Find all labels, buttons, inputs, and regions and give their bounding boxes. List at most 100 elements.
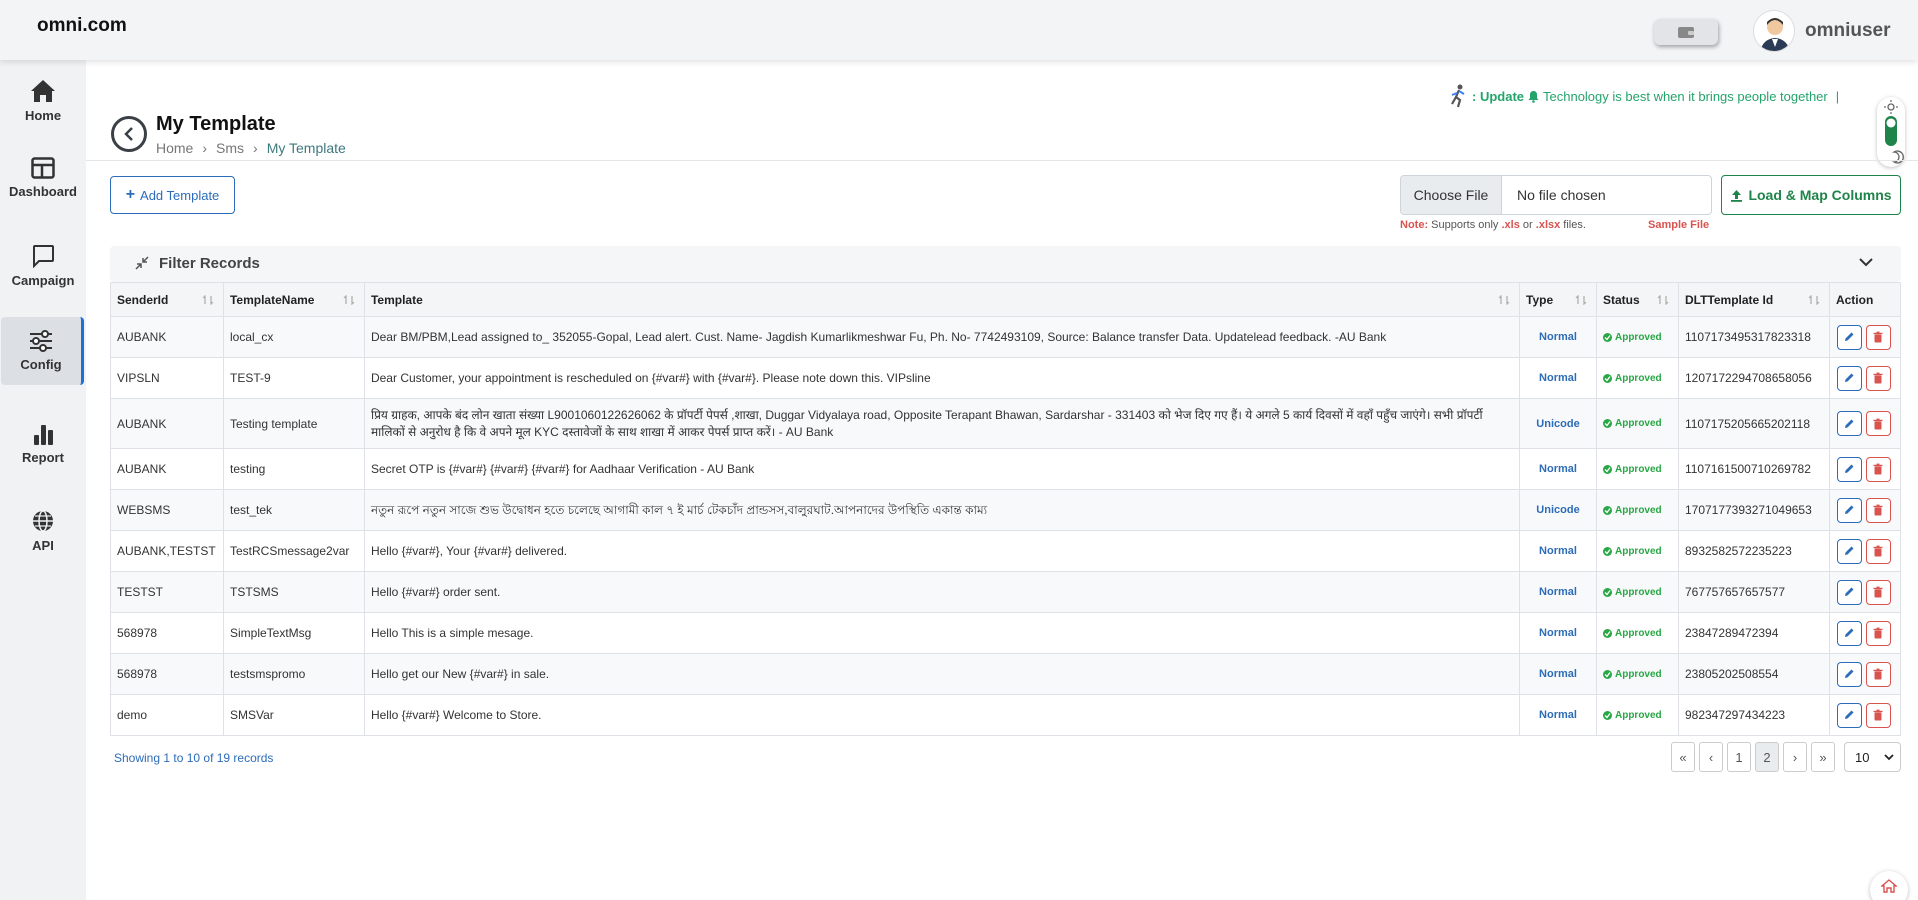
delete-button[interactable] [1865, 456, 1891, 482]
breadcrumb-sms[interactable]: Sms [216, 140, 244, 156]
sort-icon[interactable] [1575, 294, 1587, 308]
pencil-icon [1845, 710, 1854, 719]
sidebar-item-report[interactable]: Report [0, 410, 86, 478]
delete-button[interactable] [1865, 411, 1891, 436]
edit-button[interactable] [1836, 620, 1862, 646]
cell-status: Approved [1595, 694, 1679, 736]
edit-button[interactable] [1836, 411, 1862, 436]
cell-template: Dear Customer, your appointment is resch… [363, 357, 1521, 399]
breadcrumb-home[interactable]: Home [156, 140, 193, 156]
trash-icon [1873, 418, 1883, 429]
column-header-dlt-template-id[interactable]: DLTTemplate Id [1677, 282, 1830, 317]
edit-button[interactable] [1836, 497, 1862, 523]
delete-button[interactable] [1865, 497, 1891, 523]
avatar[interactable] [1753, 10, 1795, 52]
edit-button[interactable] [1836, 702, 1862, 728]
edit-button[interactable] [1836, 456, 1862, 482]
sidebar-item-dashboard[interactable]: Dashboard [0, 144, 86, 212]
status-badge: Approved [1614, 586, 1662, 598]
cell-dlt-id: 982347297434223 [1677, 694, 1830, 736]
edit-button[interactable] [1836, 661, 1862, 687]
delete-button[interactable] [1865, 324, 1891, 350]
cell-template: Hello {#var#} Welcome to Store. [363, 694, 1521, 736]
column-header-type[interactable]: Type [1519, 282, 1597, 317]
cell-sender: 568978 [110, 612, 224, 654]
page-2-button[interactable]: 2 [1755, 742, 1779, 772]
app-logo[interactable]: omni.com [37, 15, 127, 37]
cell-name: SMSVar [222, 694, 365, 736]
home-float-button[interactable] [1870, 871, 1908, 900]
delete-button[interactable] [1865, 538, 1891, 564]
sidebar-item-label: Config [20, 357, 62, 372]
check-circle-icon [1602, 710, 1612, 720]
sample-file-link[interactable]: Sample File [1648, 219, 1709, 231]
trash-icon [1873, 372, 1883, 384]
upload-icon [1731, 189, 1743, 202]
add-template-button[interactable]: + Add Template [110, 176, 235, 214]
column-header-senderid[interactable]: SenderId [110, 282, 224, 317]
cell-status: Approved [1595, 448, 1679, 490]
cell-status: Approved [1595, 571, 1679, 613]
plus-icon: + [125, 186, 136, 203]
trash-icon [1873, 627, 1883, 639]
sidebar-item-api[interactable]: API [0, 497, 86, 565]
sidebar-item-label: Campaign [11, 273, 75, 288]
theme-toggle[interactable] [1877, 97, 1905, 167]
pencil-icon [1845, 332, 1854, 341]
choose-file-button[interactable]: Choose File [1401, 176, 1502, 214]
cell-name: testing [222, 448, 365, 490]
sort-icon[interactable] [202, 294, 214, 308]
sort-icon[interactable] [1498, 294, 1510, 308]
note-text: files. [1563, 219, 1586, 231]
page-1-button[interactable]: 1 [1727, 742, 1751, 772]
filter-records-title: Filter Records [159, 255, 260, 272]
wallet-button[interactable] [1654, 19, 1718, 45]
page-size-select[interactable]: 10 [1844, 742, 1901, 772]
username[interactable]: omniuser [1805, 20, 1891, 42]
pagination: « ‹ 1 2 › » [1671, 742, 1835, 772]
sort-icon[interactable] [1657, 294, 1669, 308]
templates-table: SenderId TemplateName Template Type Stat… [110, 282, 1902, 736]
edit-button[interactable] [1836, 538, 1862, 564]
file-input[interactable]: Choose File No file chosen [1400, 175, 1712, 215]
edit-button[interactable] [1836, 365, 1862, 391]
collapse-arrows-icon [135, 256, 149, 270]
page-next-button[interactable]: › [1783, 742, 1807, 772]
chat-icon [33, 245, 54, 268]
cell-dlt-id: 767757657657577 [1677, 571, 1830, 613]
bell-icon [1528, 90, 1539, 103]
sidebar-item-campaign[interactable]: Campaign [0, 232, 86, 300]
column-header-templatename[interactable]: TemplateName [222, 282, 365, 317]
running-person-icon [1451, 84, 1465, 108]
delete-button[interactable] [1865, 661, 1891, 687]
sort-icon[interactable] [1808, 294, 1820, 308]
filter-records-bar[interactable]: Filter Records [110, 246, 1901, 282]
delete-button[interactable] [1865, 579, 1891, 605]
delete-button[interactable] [1865, 702, 1891, 728]
edit-button[interactable] [1836, 579, 1862, 605]
page-last-button[interactable]: » [1811, 742, 1835, 772]
page-first-button[interactable]: « [1671, 742, 1695, 772]
cell-sender: VIPSLN [110, 357, 224, 399]
status-badge: Approved [1614, 463, 1662, 475]
edit-button[interactable] [1836, 324, 1862, 350]
sidebar-item-home[interactable]: Home [0, 67, 86, 135]
delete-button[interactable] [1865, 365, 1891, 391]
back-button[interactable] [111, 116, 147, 152]
sidebar-item-config[interactable]: Config [1, 317, 84, 385]
note-text: or [1522, 219, 1533, 231]
file-name-display: No file chosen [1517, 187, 1606, 203]
column-header-status[interactable]: Status [1595, 282, 1679, 317]
trash-icon [1873, 504, 1883, 516]
delete-button[interactable] [1865, 620, 1891, 646]
page-size-value: 10 [1855, 749, 1870, 765]
sort-icon[interactable] [343, 294, 355, 308]
breadcrumb-separator-icon: › [253, 140, 258, 156]
page-prev-button[interactable]: ‹ [1699, 742, 1723, 772]
cell-sender: AUBANK,TESTST [110, 530, 224, 572]
cell-type: Normal [1519, 571, 1597, 613]
load-map-columns-button[interactable]: Load & Map Columns [1721, 175, 1901, 215]
chevron-down-icon[interactable] [1859, 257, 1873, 267]
cell-name: testsmspromo [222, 653, 365, 695]
column-header-template[interactable]: Template [363, 282, 1521, 317]
